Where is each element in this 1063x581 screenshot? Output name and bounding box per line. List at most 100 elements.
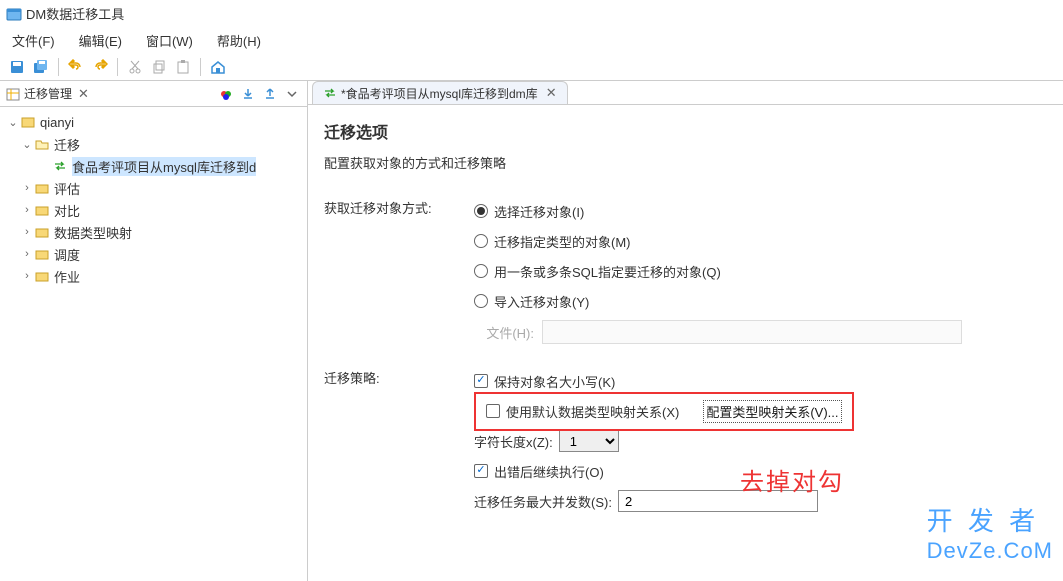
tree-toggle-icon[interactable]: › <box>20 270 34 282</box>
watermark-line2: DevZe.CoM <box>927 538 1053 564</box>
tree-toggle-icon[interactable]: › <box>20 248 34 260</box>
copy-icon[interactable] <box>148 56 170 78</box>
home-icon[interactable] <box>207 56 229 78</box>
folder-open-icon <box>34 136 50 152</box>
tree-folder-migrate[interactable]: ⌄ 迁移 <box>2 133 305 155</box>
radio-label: 导入迁移对象(Y) <box>494 292 589 311</box>
editor-tab[interactable]: *食品考评项目从mysql库迁移到dm库 ✕ <box>312 81 568 104</box>
tree-label: 食品考评项目从mysql库迁移到d <box>72 157 256 176</box>
file-row: 文件(H): <box>474 320 1047 344</box>
check-default-typemap[interactable]: 使用默认数据类型映射关系(X) <box>486 402 679 421</box>
toolbar-separator <box>58 58 59 76</box>
tree-folder-typemap[interactable]: › 数据类型映射 <box>2 221 305 243</box>
check-label: 保持对象名大小写(K) <box>494 372 615 391</box>
page-title: 迁移选项 <box>324 119 1047 143</box>
tree-folder-compare[interactable]: › 对比 <box>2 199 305 221</box>
mode-label: 获取迁移对象方式: <box>324 196 474 217</box>
menu-edit[interactable]: 编辑(E) <box>73 29 128 52</box>
file-path-input <box>542 320 962 344</box>
save-all-icon[interactable] <box>30 56 52 78</box>
tree-toggle-icon[interactable]: › <box>20 204 34 216</box>
annotation-text: 去掉对勾 <box>740 462 844 497</box>
file-label: 文件(H): <box>474 323 534 342</box>
menu-file[interactable]: 文件(F) <box>6 29 61 52</box>
side-panel-toolbar <box>217 85 301 103</box>
tree: ⌄ qianyi ⌄ 迁移 食品考评项目从mysql库迁移到d › 评估 › <box>0 107 307 291</box>
side-panel-tab[interactable]: 迁移管理 <box>6 85 72 102</box>
tree-toggle-icon[interactable]: › <box>20 182 34 194</box>
folder-icon <box>34 224 50 240</box>
row-charlen: 字符长度x(Z): 1 <box>474 426 1047 456</box>
export-icon[interactable] <box>261 85 279 103</box>
strategy-label: 迁移策略: <box>324 366 474 387</box>
tree-root[interactable]: ⌄ qianyi <box>2 111 305 133</box>
radio-by-type[interactable]: 迁移指定类型的对象(M) <box>474 226 1047 256</box>
charlen-label: 字符长度x(Z): <box>474 432 553 451</box>
radio-icon <box>474 204 488 218</box>
tree-toggle-icon[interactable]: ⌄ <box>20 138 34 151</box>
undo-icon[interactable] <box>65 56 87 78</box>
watermark: 开 发 者 DevZe.CoM <box>927 506 1053 564</box>
side-panel-tab-label: 迁移管理 <box>24 85 72 102</box>
editor-tab-label: *食品考评项目从mysql库迁移到dm库 <box>341 85 538 102</box>
cut-icon[interactable] <box>124 56 146 78</box>
tree-root-label: qianyi <box>40 115 74 130</box>
app-title: DM数据迁移工具 <box>26 4 124 23</box>
project-icon <box>20 114 36 130</box>
highlight-box: 使用默认数据类型映射关系(X) 配置类型映射关系(V)... <box>474 392 854 431</box>
menu-bar: 文件(F) 编辑(E) 窗口(W) 帮助(H) <box>0 27 1063 54</box>
folder-icon <box>34 180 50 196</box>
radio-import[interactable]: 导入迁移对象(Y) <box>474 286 1047 316</box>
tree-folder-assess[interactable]: › 评估 <box>2 177 305 199</box>
toolbar-separator <box>200 58 201 76</box>
tree-toggle-icon[interactable]: › <box>20 226 34 238</box>
checkbox-icon <box>474 374 488 388</box>
menu-help[interactable]: 帮助(H) <box>211 29 267 52</box>
check-label: 出错后继续执行(O) <box>494 462 604 481</box>
transfer-icon <box>323 86 337 100</box>
tree-label: 对比 <box>54 201 80 220</box>
folder-icon <box>34 246 50 262</box>
radio-label: 选择迁移对象(I) <box>494 202 584 221</box>
config-typemap-button[interactable]: 配置类型映射关系(V)... <box>703 400 841 423</box>
save-icon[interactable] <box>6 56 28 78</box>
toolbar <box>0 54 1063 81</box>
page-subtitle: 配置获取对象的方式和迁移策略 <box>324 153 1047 172</box>
tree-label: 作业 <box>54 267 80 286</box>
tree-folder-jobs[interactable]: › 作业 <box>2 265 305 287</box>
toolbar-separator <box>117 58 118 76</box>
radio-by-sql[interactable]: 用一条或多条SQL指定要迁移的对象(Q) <box>474 256 1047 286</box>
watermark-line1: 开 发 者 <box>927 506 1053 537</box>
main-area: 迁移管理 ✕ ⌄ qianyi ⌄ 迁移 <box>0 81 1063 581</box>
radio-label: 用一条或多条SQL指定要迁移的对象(Q) <box>494 262 721 281</box>
tree-item-migration-task[interactable]: 食品考评项目从mysql库迁移到d <box>2 155 305 177</box>
paste-icon[interactable] <box>172 56 194 78</box>
menu-chevron-icon[interactable] <box>283 85 301 103</box>
tree-label: 调度 <box>54 245 80 264</box>
tree-label: 评估 <box>54 179 80 198</box>
menu-window[interactable]: 窗口(W) <box>140 29 199 52</box>
refresh-icon[interactable] <box>217 85 235 103</box>
tree-folder-schedule[interactable]: › 调度 <box>2 243 305 265</box>
concurrency-label: 迁移任务最大并发数(S): <box>474 492 612 511</box>
radio-select-objects[interactable]: 选择迁移对象(I) <box>474 196 1047 226</box>
editor-tab-bar: *食品考评项目从mysql库迁移到dm库 ✕ <box>308 81 1063 105</box>
redo-icon[interactable] <box>89 56 111 78</box>
check-label: 使用默认数据类型映射关系(X) <box>506 402 679 421</box>
mode-options: 选择迁移对象(I) 迁移指定类型的对象(M) 用一条或多条SQL指定要迁移的对象… <box>474 196 1047 350</box>
radio-icon <box>474 264 488 278</box>
side-panel-tab-bar: 迁移管理 ✕ <box>0 81 307 107</box>
row-typemap: 使用默认数据类型映射关系(X) 配置类型映射关系(V)... <box>474 396 1047 426</box>
tree-toggle-icon[interactable]: ⌄ <box>6 116 20 129</box>
charlen-combo[interactable]: 1 <box>559 430 619 452</box>
close-icon[interactable]: ✕ <box>546 85 557 101</box>
folder-icon <box>34 268 50 284</box>
import-icon[interactable] <box>239 85 257 103</box>
radio-icon <box>474 234 488 248</box>
title-bar: DM数据迁移工具 <box>0 0 1063 27</box>
radio-icon <box>474 294 488 308</box>
tree-label: 数据类型映射 <box>54 223 132 242</box>
close-icon[interactable]: ✕ <box>78 86 89 102</box>
app-icon <box>6 6 22 22</box>
side-panel: 迁移管理 ✕ ⌄ qianyi ⌄ 迁移 <box>0 81 308 581</box>
